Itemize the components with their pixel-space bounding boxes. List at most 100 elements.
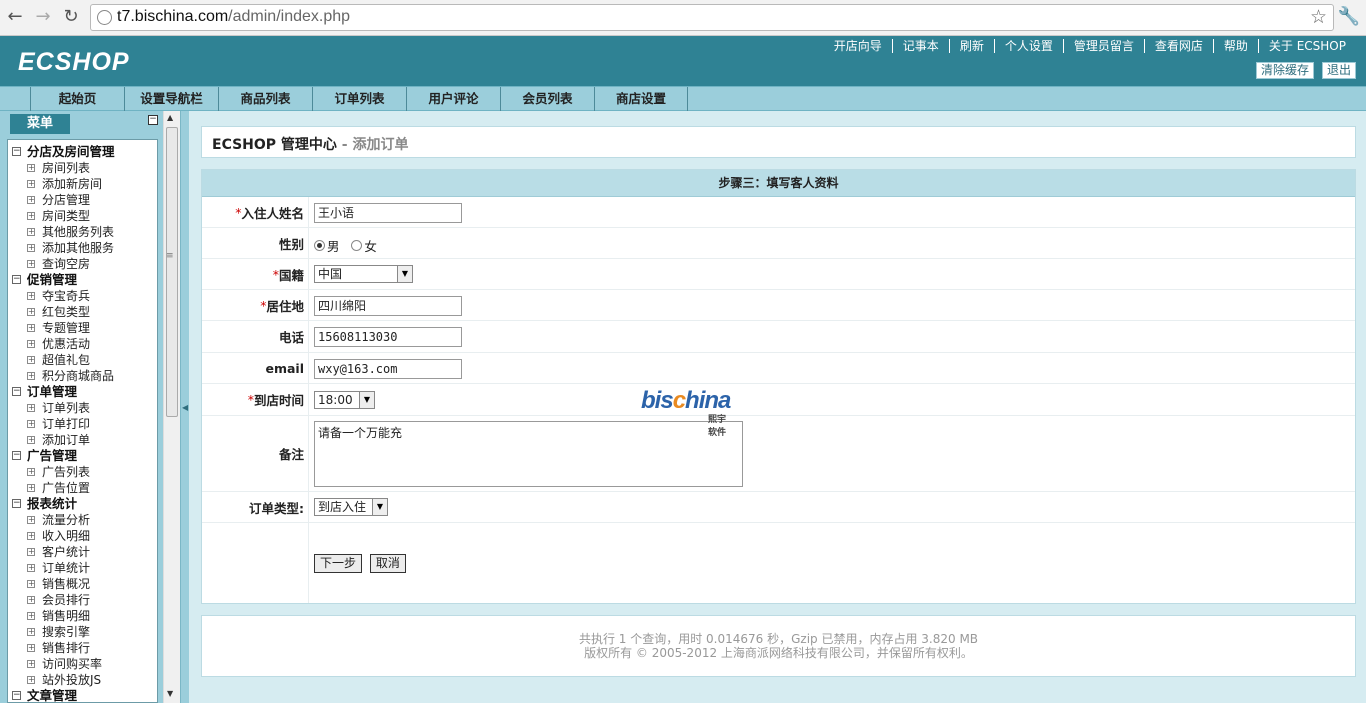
top-links: 开店向导 记事本 刷新 个人设置 管理员留言 查看网店 帮助 关于 ECSHOP [824, 39, 1356, 53]
menu-item[interactable]: + 房间列表 [8, 160, 157, 176]
bookmark-star-icon[interactable]: ☆ [1310, 6, 1327, 28]
gender-male-radio[interactable] [314, 240, 325, 251]
next-step-button[interactable]: 下一步 [314, 554, 363, 573]
top-link-5[interactable]: 查看网店 [1143, 39, 1213, 53]
scroll-thumb[interactable] [166, 127, 178, 417]
menu-item[interactable]: + 搜索引擎 [8, 624, 157, 640]
address-bar[interactable]: t7.bischina.com/admin/index.php ☆ [90, 4, 1334, 31]
menu-group[interactable]: − 文章管理 [8, 688, 157, 702]
collapse-box-icon[interactable]: − [12, 691, 21, 700]
remark-textarea[interactable]: 请备一个万能充 [314, 421, 743, 487]
menu-item[interactable]: + 房间类型 [8, 208, 157, 224]
menu-item-label: 红包类型 [42, 305, 91, 319]
menu-group-label: 订单管理 [27, 384, 78, 399]
nationality-select[interactable]: 中国 ▼ [314, 265, 413, 283]
menu-item-icon: + [27, 179, 35, 188]
nav-tab-6[interactable]: 商店设置 [594, 87, 688, 111]
clear-cache-button[interactable]: 清除缓存 [1255, 62, 1314, 79]
residence-input[interactable]: 四川绵阳 [314, 296, 462, 316]
menu-item[interactable]: + 销售明细 [8, 608, 157, 624]
gender-female-radio[interactable] [351, 240, 363, 251]
menu-item[interactable]: + 会员排行 [8, 592, 157, 608]
collapse-box-icon[interactable]: − [12, 275, 21, 284]
collapse-box-icon[interactable]: − [12, 387, 21, 396]
menu-item-icon: + [27, 243, 35, 252]
menu-item[interactable]: + 客户统计 [8, 544, 157, 560]
menu-item[interactable]: + 分店管理 [8, 192, 157, 208]
menu-item[interactable]: + 销售排行 [8, 640, 157, 656]
scroll-up-icon[interactable]: ▲ [167, 113, 173, 122]
menu-item[interactable]: + 订单打印 [8, 416, 157, 432]
collapse-icon[interactable]: − [148, 115, 158, 125]
order-type-select[interactable]: 到店入住 ▼ [314, 498, 388, 516]
collapse-box-icon[interactable]: − [12, 451, 21, 460]
menu-item[interactable]: + 广告位置 [8, 480, 157, 496]
menu-group-label: 分店及房间管理 [27, 144, 115, 159]
phone-input[interactable]: 15608113030 [314, 327, 462, 347]
chevron-down-icon: ▼ [397, 266, 412, 282]
menu-item-label: 超值礼包 [42, 353, 91, 367]
menu-item[interactable]: + 查询空房 [8, 256, 157, 272]
menu-group[interactable]: − 订单管理 [8, 384, 157, 400]
scroll-down-icon[interactable]: ▼ [167, 689, 173, 698]
collapse-left-icon[interactable]: ◀ [182, 403, 188, 412]
cancel-button[interactable]: 取消 [369, 554, 406, 573]
menu-item[interactable]: + 红包类型 [8, 304, 157, 320]
nav-tab-0[interactable]: 起始页 [30, 87, 124, 111]
top-link-2[interactable]: 刷新 [948, 39, 994, 53]
collapse-box-icon[interactable]: − [12, 147, 21, 156]
menu-item-icon: + [27, 563, 35, 572]
top-link-1[interactable]: 记事本 [891, 39, 949, 53]
back-arrow-icon[interactable]: ← [4, 6, 26, 28]
top-link-6[interactable]: 帮助 [1212, 39, 1258, 53]
menu-item[interactable]: + 专题管理 [8, 320, 157, 336]
sidebar-splitter[interactable]: ◀ [180, 111, 189, 703]
nav-tab-4[interactable]: 用户评论 [406, 87, 500, 111]
menu-item[interactable]: + 订单列表 [8, 400, 157, 416]
menu-item-label: 专题管理 [42, 321, 91, 335]
menu-item-icon: + [27, 547, 35, 556]
top-link-7[interactable]: 关于 ECSHOP [1257, 39, 1356, 53]
email-input[interactable]: wxy@163.com [314, 359, 462, 379]
arrival-time-select[interactable]: 18:00 ▼ [314, 391, 375, 409]
footer-copyright: 版权所有 © 2005-2012 上海商派网络科技有限公司，并保留所有权利。 [584, 646, 973, 660]
menu-group[interactable]: − 广告管理 [8, 448, 157, 464]
logout-button[interactable]: 退出 [1321, 62, 1356, 79]
menu-item[interactable]: + 访问购买率 [8, 656, 157, 672]
residence-label: * 居住地 [202, 290, 309, 320]
menu-item[interactable]: + 夺宝奇兵 [8, 288, 157, 304]
menu-item[interactable]: + 积分商城商品 [8, 368, 157, 384]
forward-arrow-icon[interactable]: → [32, 6, 54, 28]
menu-item[interactable]: + 流量分析 [8, 512, 157, 528]
guest-name-input[interactable]: 王小语 [314, 203, 462, 223]
menu-item[interactable]: + 添加订单 [8, 432, 157, 448]
nav-tab-1[interactable]: 设置导航栏 [124, 87, 218, 111]
menu-item[interactable]: + 销售概况 [8, 576, 157, 592]
menu-group-label: 广告管理 [27, 448, 78, 463]
top-link-4[interactable]: 管理员留言 [1062, 39, 1144, 53]
nav-tab-2[interactable]: 商品列表 [218, 87, 312, 111]
menu-group[interactable]: − 分店及房间管理 [8, 144, 157, 160]
menu-item[interactable]: + 超值礼包 [8, 352, 157, 368]
menu-group[interactable]: − 报表统计 [8, 496, 157, 512]
menu-item[interactable]: + 收入明细 [8, 528, 157, 544]
menu-item-label: 订单统计 [42, 561, 91, 575]
menu-item-icon: + [27, 371, 35, 380]
sidebar-scrollbar[interactable]: ▲ ≡ ▼ [163, 111, 180, 703]
nav-tab-3[interactable]: 订单列表 [312, 87, 406, 111]
menu-item[interactable]: + 优惠活动 [8, 336, 157, 352]
wrench-icon[interactable]: 🔧 [1338, 6, 1360, 27]
top-link-0[interactable]: 开店向导 [824, 39, 892, 53]
menu-item[interactable]: + 添加新房间 [8, 176, 157, 192]
menu-item[interactable]: + 广告列表 [8, 464, 157, 480]
page-subtitle: - 添加订单 [336, 137, 409, 153]
menu-item[interactable]: + 添加其他服务 [8, 240, 157, 256]
menu-item[interactable]: + 订单统计 [8, 560, 157, 576]
menu-item[interactable]: + 其他服务列表 [8, 224, 157, 240]
menu-item[interactable]: + 站外投放JS [8, 672, 157, 688]
nav-tab-5[interactable]: 会员列表 [500, 87, 594, 111]
reload-icon[interactable]: ↻ [60, 6, 82, 28]
top-link-3[interactable]: 个人设置 [993, 39, 1063, 53]
collapse-box-icon[interactable]: − [12, 499, 21, 508]
menu-group[interactable]: − 促销管理 [8, 272, 157, 288]
